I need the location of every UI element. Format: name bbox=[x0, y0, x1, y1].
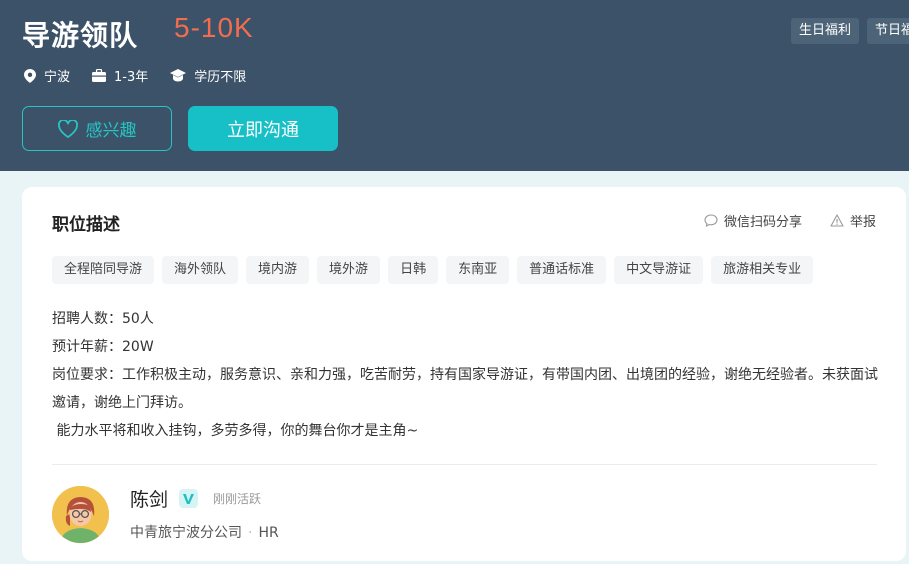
recruiter-avatar[interactable] bbox=[52, 486, 109, 543]
recruiter-company-line: 中青旅宁波分公司 · HR bbox=[130, 522, 279, 542]
interest-label: 感兴趣 bbox=[85, 121, 137, 141]
active-status: 刚刚活跃 bbox=[213, 492, 262, 506]
description-line: 预计年薪：20W bbox=[52, 339, 154, 355]
skill-tag: 东南亚 bbox=[446, 256, 510, 284]
skill-tag: 中文导游证 bbox=[614, 256, 704, 284]
heart-icon bbox=[57, 119, 78, 138]
skill-tag: 境外游 bbox=[317, 256, 381, 284]
skill-tag: 旅游相关专业 bbox=[711, 256, 814, 284]
interest-button[interactable]: 感兴趣 bbox=[22, 106, 172, 151]
verified-icon bbox=[179, 489, 198, 508]
chat-now-button[interactable]: 立即沟通 bbox=[188, 106, 338, 151]
check-v-icon bbox=[183, 493, 194, 504]
benefit-tag: 生日福利 bbox=[791, 18, 860, 44]
job-description: 招聘人数：50人 预计年薪：20W 岗位要求：工作积极主动，服务意识、亲和力强，… bbox=[52, 305, 882, 445]
benefit-tags: 生日福利 节日福 bbox=[791, 18, 909, 44]
education: 学历不限 bbox=[170, 66, 246, 85]
experience: 1-3年 bbox=[92, 66, 148, 85]
skill-tag: 普通话标准 bbox=[517, 256, 607, 284]
education-text: 学历不限 bbox=[194, 70, 247, 85]
location-pin-icon bbox=[24, 68, 36, 83]
salary: 5-10K bbox=[174, 12, 254, 43]
wechat-share-button[interactable]: 微信扫码分享 bbox=[704, 211, 802, 230]
divider bbox=[52, 464, 877, 465]
company-name: 中青旅宁波分公司 bbox=[130, 525, 242, 541]
description-line: 招聘人数：50人 bbox=[52, 311, 154, 327]
briefcase-icon bbox=[92, 69, 107, 82]
warning-icon bbox=[830, 214, 844, 227]
benefit-tag: 节日福 bbox=[867, 18, 909, 44]
recruiter-name: 陈剑 bbox=[130, 489, 169, 511]
card-actions: 微信扫码分享 举报 bbox=[676, 211, 876, 230]
job-description-card: 职位描述 微信扫码分享 举报 全程陪同导游 海外领队 境内游 境外游 日韩 东南… bbox=[22, 187, 906, 561]
description-line: 能力水平将和收入挂钩，多劳多得，你的舞台你才是主角~ bbox=[52, 423, 419, 439]
location: 宁波 bbox=[24, 66, 70, 85]
location-text: 宁波 bbox=[44, 70, 71, 85]
skill-tag: 日韩 bbox=[388, 256, 439, 284]
skill-tag: 全程陪同导游 bbox=[52, 256, 155, 284]
avatar-illustration bbox=[52, 486, 109, 543]
separator-dot: · bbox=[248, 525, 253, 541]
report-button[interactable]: 举报 bbox=[830, 211, 876, 230]
chat-bubble-icon bbox=[704, 214, 718, 227]
recruiter-role: HR bbox=[258, 525, 279, 541]
skill-tags: 全程陪同导游 海外领队 境内游 境外游 日韩 东南亚 普通话标准 中文导游证 旅… bbox=[52, 256, 814, 284]
section-title: 职位描述 bbox=[52, 215, 120, 235]
job-title: 导游领队 bbox=[22, 19, 139, 52]
experience-text: 1-3年 bbox=[114, 70, 149, 85]
skill-tag: 海外领队 bbox=[162, 256, 239, 284]
description-line: 岗位要求：工作积极主动，服务意识、亲和力强，吃苦耐劳，持有国家导游证，有带国内团… bbox=[52, 367, 878, 411]
graduation-cap-icon bbox=[170, 69, 187, 82]
job-meta: 宁波 1-3年 学历不限 bbox=[24, 66, 268, 85]
report-label: 举报 bbox=[849, 215, 876, 230]
share-label: 微信扫码分享 bbox=[723, 215, 802, 230]
skill-tag: 境内游 bbox=[246, 256, 310, 284]
job-header: 导游领队 5-10K 生日福利 节日福 宁波 1-3年 学历不限 感兴趣 立即沟… bbox=[0, 0, 909, 171]
